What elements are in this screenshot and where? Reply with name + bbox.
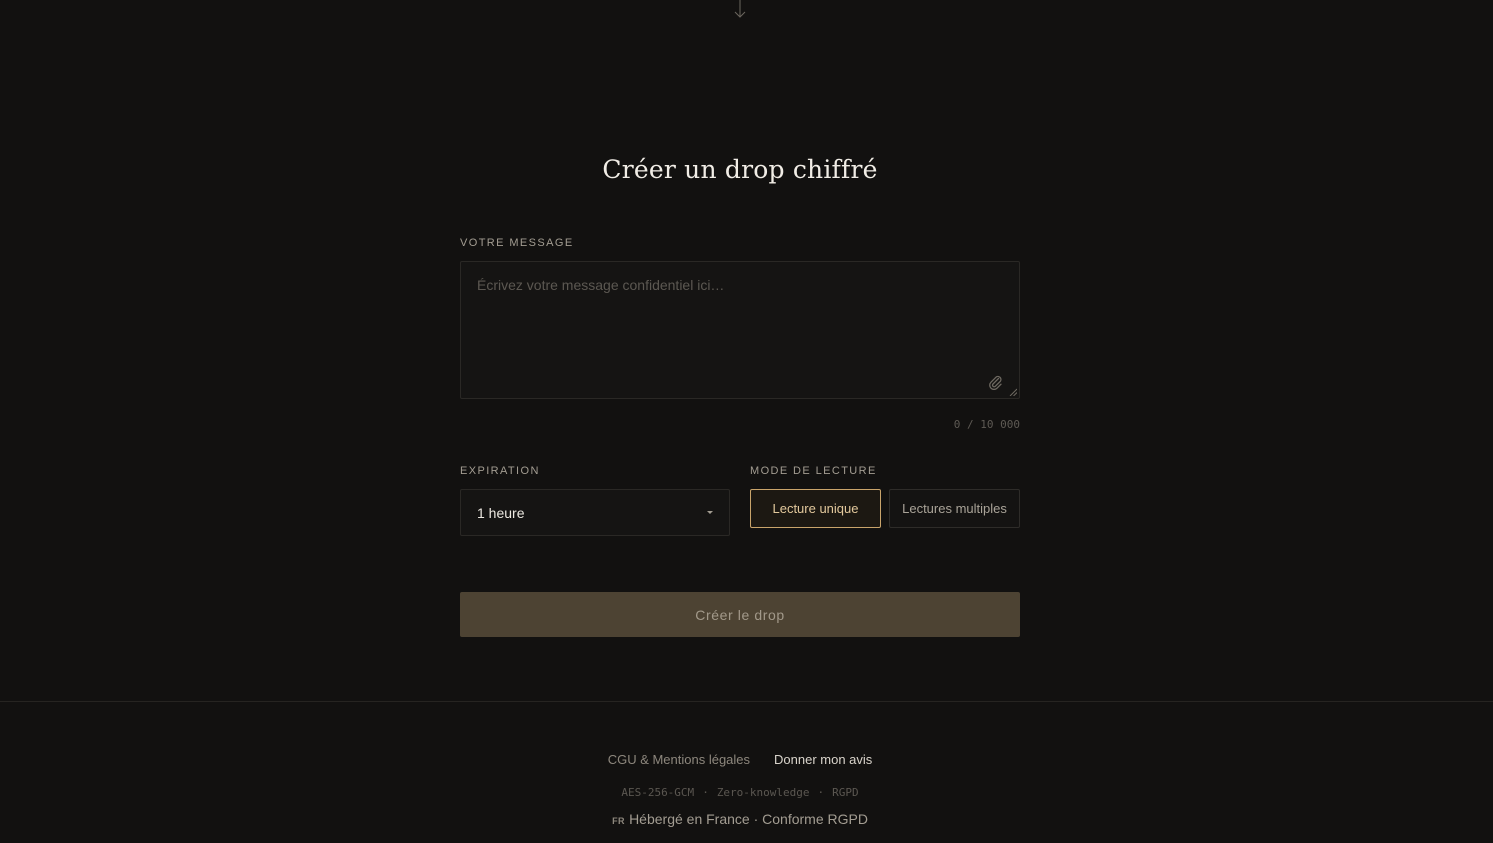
create-drop-button[interactable]: Créer le drop <box>460 592 1020 637</box>
read-mode-label: Mode de lecture <box>750 465 877 477</box>
page-title: Créer un drop chiffré <box>602 155 878 184</box>
legal-link[interactable]: CGU & Mentions légales <box>608 752 750 767</box>
feedback-link[interactable]: Donner mon avis <box>774 752 872 767</box>
tech-gdpr: RGPD <box>832 786 859 799</box>
tech-separator: · <box>702 786 709 799</box>
resize-handle-icon[interactable] <box>1009 388 1017 396</box>
message-label: Votre message <box>460 237 574 249</box>
message-field-wrapper <box>460 261 1020 399</box>
expiration-selected-value: 1 heure <box>477 504 525 521</box>
footer-links: CGU & Mentions légales Donner mon avis <box>0 752 1480 767</box>
scroll-down-arrow-icon[interactable] <box>733 0 747 22</box>
footer-divider <box>0 701 1493 702</box>
character-counter: 0 / 10 000 <box>953 418 1020 431</box>
hosting-text: Hébergé en France · Conforme RGPD <box>629 811 868 827</box>
tech-zero-knowledge: Zero-knowledge <box>716 786 810 799</box>
message-textarea[interactable] <box>461 262 1019 398</box>
expiration-select[interactable]: 1 heure <box>460 489 730 536</box>
caret-down-icon <box>707 511 713 514</box>
country-flag-fr: FR <box>612 816 626 826</box>
expiration-label: Expiration <box>460 465 540 477</box>
page: Créer un drop chiffré Votre message 0 / … <box>0 0 1493 843</box>
tech-separator: · <box>817 786 825 799</box>
read-mode-multiple-button[interactable]: Lectures multiples <box>889 489 1020 528</box>
tech-badges: AES-256-GCM · Zero-knowledge · RGPD <box>0 786 1480 799</box>
hosting-info: FR Hébergé en France · Conforme RGPD <box>0 811 1480 827</box>
tech-encryption: AES-256-GCM <box>621 786 695 799</box>
read-mode-single-button[interactable]: Lecture unique <box>750 489 881 528</box>
paperclip-icon[interactable] <box>987 374 1003 390</box>
